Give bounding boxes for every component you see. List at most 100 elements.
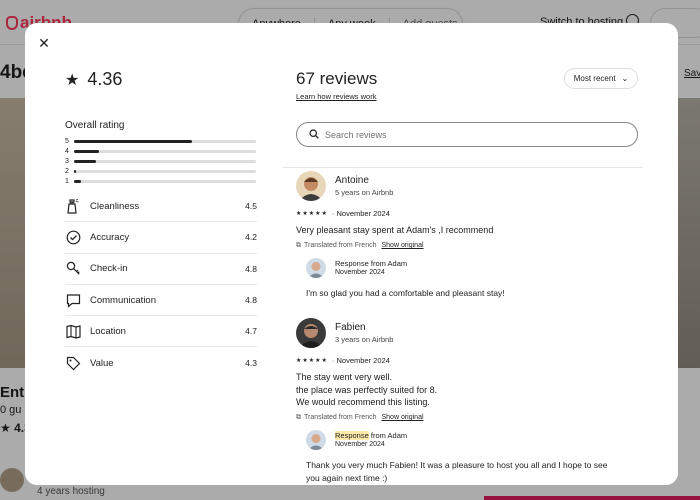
host-avatar[interactable] <box>306 257 326 278</box>
divider <box>283 167 643 168</box>
review-text-line: Very pleasant stay spent at Adam's ,I re… <box>296 225 494 235</box>
category-label: Accuracy <box>90 231 130 243</box>
tag-icon <box>65 355 81 371</box>
show-original-link[interactable]: Show original <box>382 414 424 421</box>
rating-bar-row: 4 <box>65 146 256 156</box>
overall-rating-label: Overall rating <box>65 120 125 131</box>
reviewer-avatar[interactable] <box>296 318 326 348</box>
category-label: Location <box>90 325 126 337</box>
reviewer-avatar[interactable] <box>296 171 326 201</box>
category-label: Communication <box>90 294 156 306</box>
map-icon <box>65 323 81 339</box>
rating-bar-fill <box>74 159 96 163</box>
category-row-accuracy: Accuracy 4.2 <box>65 222 257 254</box>
reviewer-tenure: 5 years on Airbnb <box>335 188 394 197</box>
rating-bar-track <box>74 179 256 183</box>
reviews-modal: ✕ ★ 4.36 Overall rating 5 4 3 2 1 Cleanlines… <box>25 23 678 485</box>
category-label: Check-in <box>90 263 128 275</box>
category-label: Cleanliness <box>90 200 140 212</box>
translation-note: ⧉ Translated from French Show original <box>296 242 636 250</box>
response-from: Response from Adam <box>335 431 407 440</box>
host-avatar[interactable] <box>306 429 326 450</box>
review-date: November 2024 <box>336 209 390 218</box>
rating-bar-row: 3 <box>65 156 256 166</box>
rating-bar-label: 1 <box>65 177 69 185</box>
search-icon <box>309 126 319 144</box>
reviewer-name[interactable]: Fabien <box>335 322 393 333</box>
review-text-line: The stay went very well. <box>296 372 393 382</box>
review-stars: ★★★★★ <box>296 211 328 217</box>
rating-bar-track <box>74 139 256 143</box>
reviews-title: 67 reviews <box>296 69 378 88</box>
rating-bar-row: 1 <box>65 176 256 186</box>
chevron-down-icon: ⌄ <box>621 74 629 83</box>
translate-icon: ⧉ <box>296 413 301 421</box>
rating-bar-label: 5 <box>65 137 69 145</box>
response-date: November 2024 <box>335 441 385 448</box>
show-original-link[interactable]: Show original <box>382 242 424 249</box>
star-icon: ★ <box>65 71 80 89</box>
rating-bar-fill <box>74 149 100 153</box>
response-from: Response from Adam <box>335 259 407 268</box>
sort-label: Most recent <box>573 74 616 83</box>
category-score: 4.8 <box>245 263 257 274</box>
translated-label: Translated from French <box>304 414 377 421</box>
rating-bar-row: 5 <box>65 136 256 146</box>
review-stars: ★★★★★ <box>296 358 328 364</box>
search-reviews-input[interactable] <box>325 129 625 140</box>
category-score: 4.3 <box>245 358 257 369</box>
response-text: Thank you very much Fabien! It was a ple… <box>306 459 636 485</box>
search-reviews-box[interactable] <box>296 122 638 147</box>
overall-score-value: 4.36 <box>87 69 123 89</box>
category-score: 4.7 <box>245 326 257 337</box>
category-score: 4.5 <box>245 201 257 212</box>
review-text-line: the place was perfectly suited for 8. <box>296 384 438 395</box>
rating-bar-label: 2 <box>65 167 69 175</box>
overall-score: ★ 4.36 <box>65 69 122 90</box>
category-row-communication: Communication 4.8 <box>65 285 257 317</box>
response-text-line: I'm so glad you had a comfortable and pl… <box>306 287 505 298</box>
check-circle-icon <box>65 229 81 245</box>
rating-bar-row: 2 <box>65 166 256 176</box>
category-row-location: Location 4.7 <box>65 316 257 348</box>
spray-bottle-icon <box>65 198 81 214</box>
response-host: from Adam <box>368 259 408 268</box>
review-text-line: We would recommend this listing. <box>296 397 430 407</box>
response-text: I'm so glad you had a comfortable and pl… <box>306 287 636 300</box>
response-date: November 2024 <box>335 269 385 276</box>
rating-bar-track <box>74 159 256 163</box>
category-row-value: Value 4.3 <box>65 347 257 378</box>
key-icon <box>65 261 81 277</box>
translated-label: Translated from French <box>304 242 377 249</box>
category-label: Value <box>90 357 114 369</box>
category-score: 4.8 <box>245 295 257 306</box>
review-text: The stay went very well. the place was p… <box>296 371 636 409</box>
rating-bar-label: 4 <box>65 147 69 155</box>
review-date: November 2024 <box>336 356 390 365</box>
rating-bar-track <box>74 169 256 173</box>
reviewer-name[interactable]: Antoine <box>335 175 393 186</box>
response-text-line: Thank you very much Fabien! It was a ple… <box>306 459 608 470</box>
category-ratings: Cleanliness 4.5 Accuracy 4.2 Check-in 4.… <box>65 191 257 379</box>
response-word: Response <box>335 259 369 268</box>
review-text: Very pleasant stay spent at Adam's ,I re… <box>296 224 636 237</box>
response-text-line: you again next time :) <box>306 472 388 483</box>
review-item: Fabien 3 years on Airbnb ★★★★★ · Novembe… <box>296 318 636 485</box>
host-response: Response from Adam November 2024 Thank y… <box>306 429 636 485</box>
rating-bar-fill <box>74 169 76 173</box>
rating-distribution: 5 4 3 2 1 <box>65 136 256 186</box>
category-row-check-in: Check-in 4.8 <box>65 254 257 285</box>
close-icon[interactable]: ✕ <box>36 35 52 51</box>
learn-how-reviews-work-link[interactable]: Learn how reviews work <box>296 92 376 101</box>
reviewer-tenure: 3 years on Airbnb <box>335 335 394 344</box>
category-row-cleanliness: Cleanliness 4.5 <box>65 191 257 223</box>
sort-dropdown[interactable]: Most recent ⌄ <box>564 68 638 89</box>
response-word-highlighted: Response <box>335 431 369 440</box>
response-host: from Adam <box>368 431 408 440</box>
rating-bar-track <box>74 149 256 153</box>
rating-bar-fill <box>74 179 82 183</box>
category-score: 4.2 <box>245 232 257 243</box>
translate-icon: ⧉ <box>296 241 301 249</box>
translation-note: ⧉ Translated from French Show original <box>296 414 636 422</box>
message-icon <box>65 292 81 308</box>
